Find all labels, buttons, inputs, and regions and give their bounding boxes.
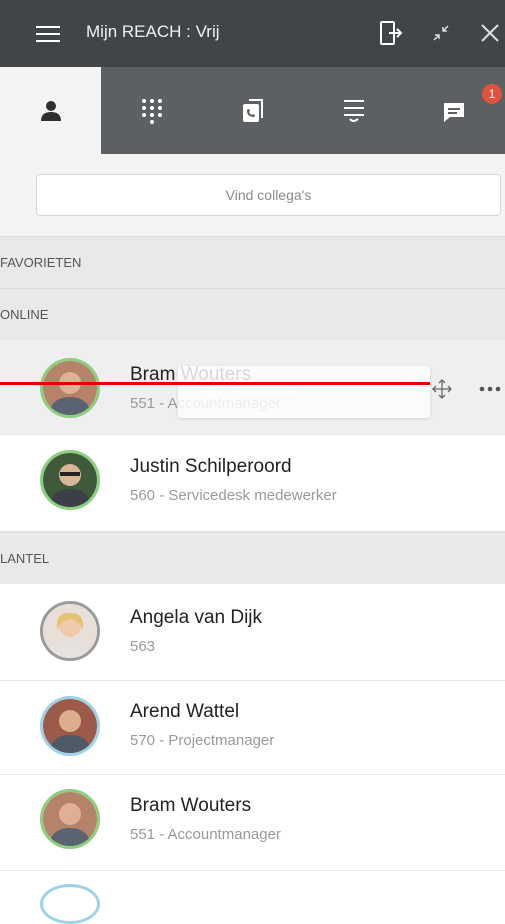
contact-detail: 570 - Projectmanager: [130, 732, 275, 749]
drop-indicator-line: [0, 382, 430, 385]
person-photo: [43, 699, 97, 753]
contact-detail: 560 - Servicedesk medewerker: [130, 487, 337, 504]
contact-detail: 563: [130, 638, 156, 655]
hamburger-menu-icon[interactable]: [36, 26, 60, 42]
unread-badge: 1: [482, 84, 502, 104]
person-photo: [43, 792, 97, 846]
avatar: [40, 696, 100, 756]
section-online: ONLINE: [0, 288, 505, 340]
drag-ghost: [178, 366, 430, 418]
contact-name: Angela van Dijk: [130, 607, 263, 628]
avatar: [40, 358, 100, 418]
drag-move-icon[interactable]: [430, 377, 454, 401]
contact-row[interactable]: Arend Wattel 570 - Projectmanager: [0, 681, 505, 775]
ghost-bar: [235, 390, 295, 394]
more-options-icon[interactable]: [479, 386, 501, 392]
contact-row[interactable]: Angela van Dijk 563: [0, 584, 505, 681]
avatar: [40, 884, 100, 924]
contact-detail: 551 - Accountmanager: [130, 826, 281, 843]
tab-chat[interactable]: [404, 67, 505, 154]
person-photo: [43, 453, 97, 507]
contact-row[interactable]: Justin Schilperoord 560 - Servicedesk me…: [0, 435, 505, 532]
avatar: [40, 601, 100, 661]
section-label: FAVORIETEN: [0, 255, 82, 270]
tab-dialpad[interactable]: [101, 67, 202, 154]
person-photo: [43, 604, 97, 658]
section-lantel: LANTEL: [0, 532, 505, 584]
dialpad-icon: [141, 98, 162, 124]
contact-row[interactable]: Bram Wouters 551 - Accountmanager: [0, 775, 505, 871]
minimize-icon[interactable]: [432, 24, 450, 42]
person-photo: [43, 361, 97, 415]
search-input[interactable]: [36, 174, 501, 216]
contact-name: Justin Schilperoord: [130, 456, 292, 477]
tab-contacts[interactable]: [0, 67, 101, 154]
contact-name: Arend Wattel: [130, 701, 240, 722]
tab-calls[interactable]: [202, 67, 303, 154]
phone-card-icon: [242, 98, 263, 122]
tab-history[interactable]: [303, 67, 404, 154]
call-history-icon: [343, 99, 364, 122]
title-bar: Mijn REACH : Vrij: [0, 0, 505, 67]
section-label: ONLINE: [0, 307, 49, 322]
search-area: [0, 154, 505, 236]
contact-name: Bram Wouters: [130, 795, 252, 816]
avatar: [40, 450, 100, 510]
person-icon: [40, 100, 61, 121]
close-icon[interactable]: [480, 23, 500, 43]
logout-icon[interactable]: [378, 20, 404, 46]
app-title: Mijn REACH : Vrij: [86, 22, 220, 41]
section-favorites: FAVORIETEN: [0, 236, 505, 288]
chat-icon: [443, 102, 464, 122]
section-label: LANTEL: [0, 551, 50, 566]
avatar: [40, 789, 100, 849]
tab-bar: [0, 67, 505, 154]
ghost-handle: [205, 386, 223, 396]
